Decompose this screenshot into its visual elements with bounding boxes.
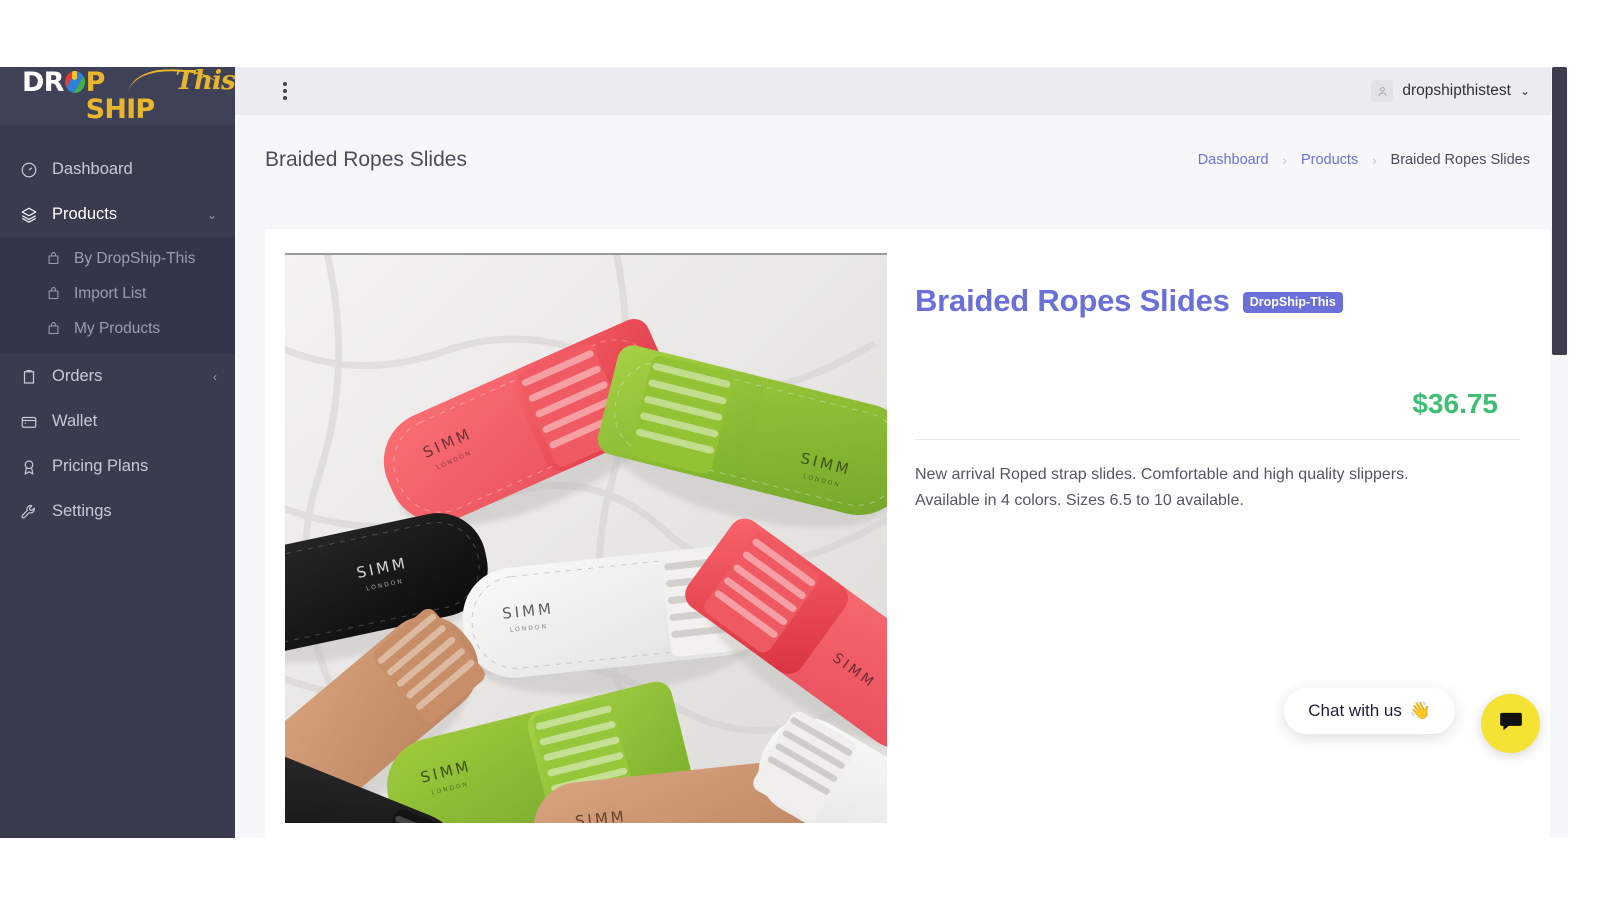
bag-icon bbox=[46, 286, 70, 301]
logo-part-two: P SHIP bbox=[85, 67, 155, 125]
top-bar: dropshipthistest ⌄ bbox=[235, 67, 1568, 115]
kebab-dot bbox=[283, 96, 287, 100]
bag-icon bbox=[46, 251, 70, 266]
sidebar-item-dashboard[interactable]: Dashboard bbox=[0, 147, 235, 192]
app-viewport: DR P SHIP This Dashboard Products ⌄ By D… bbox=[0, 67, 1568, 838]
chat-launcher-button[interactable] bbox=[1481, 694, 1540, 753]
product-description: New arrival Roped strap slides. Comforta… bbox=[915, 465, 1409, 509]
scrollbar-track[interactable] bbox=[1551, 67, 1568, 838]
logo-droplet-icon bbox=[64, 71, 85, 93]
sidebar-label-settings: Settings bbox=[52, 502, 112, 520]
sidebar-item-wallet[interactable]: Wallet bbox=[0, 399, 235, 444]
bag-icon bbox=[46, 321, 70, 336]
breadcrumb-item-dashboard[interactable]: Dashboard bbox=[1198, 152, 1269, 168]
sidebar: DR P SHIP This Dashboard Products ⌄ By D… bbox=[0, 67, 236, 838]
product-title-row: Braided Ropes Slides DropShip-This bbox=[915, 262, 1520, 340]
logo-script-word: This bbox=[175, 67, 235, 96]
kebab-dot bbox=[283, 89, 287, 93]
product-image-art: SIMM LONDON SIMM LONDON SIMM LONDON SIMM… bbox=[285, 255, 887, 823]
user-menu[interactable]: dropshipthistest ⌄ bbox=[1371, 80, 1530, 102]
page-header: Braided Ropes Slides Dashboard › Product… bbox=[235, 115, 1568, 205]
sidebar-item-import-list[interactable]: Import List bbox=[0, 276, 235, 311]
sidebar-label-by-dropship-this: By DropShip-This bbox=[74, 249, 196, 267]
clipboard-icon bbox=[20, 368, 46, 386]
speedometer-icon bbox=[20, 161, 46, 179]
sidebar-submenu-products: By DropShip-This Import List My Products bbox=[0, 237, 235, 354]
scrollbar-thumb[interactable] bbox=[1552, 67, 1567, 355]
sidebar-label-import-list: Import List bbox=[74, 284, 147, 302]
product-image[interactable]: SIMM LONDON SIMM LONDON SIMM LONDON SIMM… bbox=[285, 253, 887, 823]
chevron-down-icon[interactable]: ⌄ bbox=[1520, 84, 1530, 98]
page-title: Braided Ropes Slides bbox=[265, 148, 467, 171]
sidebar-label-orders: Orders bbox=[52, 367, 103, 385]
wrench-icon bbox=[20, 503, 46, 521]
sidebar-label-pricing-plans: Pricing Plans bbox=[52, 457, 149, 475]
sidebar-label-my-products: My Products bbox=[74, 319, 161, 337]
price-divider bbox=[915, 438, 1520, 440]
breadcrumb-item-current: Braided Ropes Slides bbox=[1390, 152, 1530, 168]
product-info: Braided Ropes Slides DropShip-This $36.7… bbox=[887, 253, 1520, 823]
chevron-right-icon: › bbox=[1282, 152, 1287, 168]
sidebar-label-dashboard: Dashboard bbox=[52, 160, 133, 178]
breadcrumb: Dashboard › Products › Braided Ropes Sli… bbox=[1198, 152, 1530, 168]
layers-icon bbox=[20, 206, 46, 224]
breadcrumb-item-products[interactable]: Products bbox=[1301, 152, 1358, 168]
award-icon bbox=[20, 458, 46, 476]
chat-bubble-icon bbox=[1498, 708, 1524, 739]
sidebar-item-settings[interactable]: Settings bbox=[0, 489, 235, 534]
product-media: SIMM LONDON SIMM LONDON SIMM LONDON SIMM… bbox=[285, 253, 887, 823]
logo-text: DR P SHIP This bbox=[22, 67, 236, 125]
sidebar-item-my-products[interactable]: My Products bbox=[0, 311, 235, 346]
wallet-icon bbox=[20, 413, 46, 431]
brand-logo[interactable]: DR P SHIP This bbox=[0, 67, 236, 125]
sidebar-nav: Dashboard Products ⌄ By DropShip-This Im… bbox=[0, 125, 235, 534]
sidebar-item-products[interactable]: Products ⌄ bbox=[0, 192, 235, 237]
chat-prompt-bubble[interactable]: Chat with us 👋 bbox=[1284, 688, 1455, 734]
status-badge: DropShip-This bbox=[1242, 292, 1343, 314]
sidebar-label-products: Products bbox=[52, 205, 118, 223]
sidebar-item-pricing-plans[interactable]: Pricing Plans bbox=[0, 444, 235, 489]
kebab-dot bbox=[283, 82, 287, 86]
kebab-menu-icon[interactable] bbox=[279, 78, 291, 104]
sidebar-item-by-dropship-this[interactable]: By DropShip-This bbox=[0, 241, 235, 276]
product-price: $36.75 bbox=[1412, 387, 1498, 419]
waving-hand-icon: 👋 bbox=[1409, 701, 1431, 720]
user-avatar-icon bbox=[1371, 80, 1394, 102]
product-title: Braided Ropes Slides bbox=[915, 282, 1230, 318]
product-price-row: $36.75 bbox=[915, 388, 1520, 420]
chevron-right-icon: › bbox=[1372, 152, 1377, 168]
product-detail-card: SIMM LONDON SIMM LONDON SIMM LONDON SIMM… bbox=[265, 229, 1550, 838]
sidebar-label-wallet: Wallet bbox=[52, 412, 98, 430]
logo-part-one: DR bbox=[22, 67, 64, 98]
username-label: dropshipthistest bbox=[1402, 82, 1511, 99]
slides-photo-illustration: SIMM LONDON SIMM LONDON SIMM LONDON SIMM… bbox=[285, 255, 887, 823]
chevron-down-icon[interactable]: ⌄ bbox=[207, 209, 217, 221]
chevron-left-icon[interactable]: ‹ bbox=[213, 371, 217, 383]
chat-prompt-text: Chat with us bbox=[1308, 701, 1402, 720]
sidebar-item-orders[interactable]: Orders ‹ bbox=[0, 354, 235, 399]
